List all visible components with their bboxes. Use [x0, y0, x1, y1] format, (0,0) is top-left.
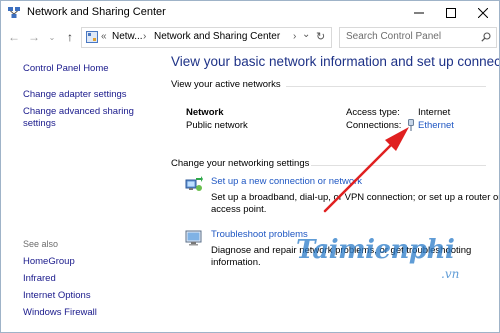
forward-arrow-icon: → [28, 30, 40, 44]
minimize-icon [414, 12, 424, 14]
close-button[interactable] [467, 1, 499, 25]
control-panel-home-link[interactable]: Control Panel Home [23, 63, 109, 74]
chevron-down-icon: ⌄ [48, 32, 56, 42]
breadcrumb-separator[interactable]: › [293, 31, 296, 42]
watermark-logo: Taimienphi [296, 235, 455, 265]
watermark-suffix: .vn [441, 267, 460, 281]
left-navigation-pane: Control Panel Home Change adapter settin… [1, 49, 159, 332]
address-dropdown-icon[interactable]: ⌄ [302, 29, 310, 40]
forward-button[interactable]: → [27, 28, 41, 46]
network-sharing-window: Network and Sharing Center ← → ⌄ ↑ « Net… [0, 0, 500, 333]
annotation-arrow-overlay [323, 127, 409, 213]
see-also-heading: See also [23, 239, 59, 249]
recent-locations-button[interactable]: ⌄ [45, 28, 59, 46]
annotation-arrow [323, 142, 394, 213]
window-title: Network and Sharing Center [27, 6, 166, 18]
maximize-icon [446, 8, 456, 18]
search-input[interactable]: Search Control Panel [346, 31, 441, 42]
refresh-icon[interactable]: ↻ [316, 30, 325, 43]
breadcrumb-overflow[interactable]: « [101, 31, 107, 42]
search-box[interactable]: Search Control Panel [339, 27, 497, 48]
back-button[interactable]: ← [7, 28, 21, 46]
up-button[interactable]: ↑ [63, 28, 77, 46]
maximize-button[interactable] [435, 1, 467, 25]
search-icon[interactable] [481, 32, 491, 42]
breadcrumb-network[interactable]: Netw... [112, 31, 143, 42]
network-center-app-icon [8, 7, 20, 18]
title-bar: Network and Sharing Center [1, 1, 499, 25]
up-arrow-icon: ↑ [67, 30, 73, 44]
control-panel-icon [86, 31, 98, 43]
change-adapter-settings-link[interactable]: Change adapter settings [23, 89, 127, 100]
homegroup-link[interactable]: HomeGroup [23, 256, 75, 267]
breadcrumb-separator[interactable]: › [143, 31, 146, 42]
close-icon [478, 8, 488, 18]
back-arrow-icon: ← [8, 30, 20, 44]
navigation-bar: ← → ⌄ ↑ « Netw... › Network and Sharing … [1, 25, 499, 49]
change-advanced-sharing-link-line2[interactable]: settings [23, 118, 56, 129]
address-bar[interactable]: « Netw... › Network and Sharing Center ›… [81, 27, 332, 48]
main-content: View your basic network information and … [159, 49, 499, 332]
infrared-link[interactable]: Infrared [23, 273, 56, 284]
windows-firewall-link[interactable]: Windows Firewall [23, 307, 97, 318]
change-advanced-sharing-link[interactable]: Change advanced sharing [23, 106, 134, 117]
internet-options-link[interactable]: Internet Options [23, 290, 91, 301]
minimize-button[interactable] [403, 1, 435, 25]
breadcrumb-network-sharing-center[interactable]: Network and Sharing Center [154, 31, 280, 42]
